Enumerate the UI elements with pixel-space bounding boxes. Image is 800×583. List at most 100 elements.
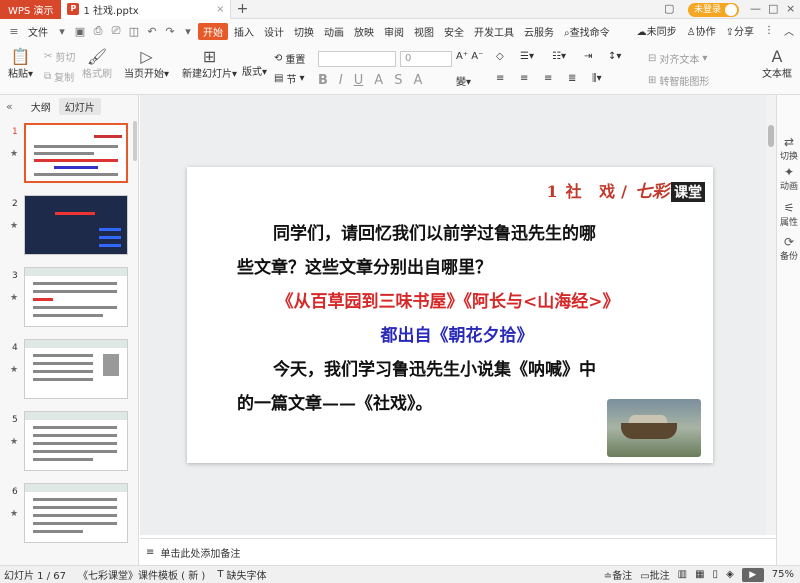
menu-design[interactable]: 设计	[260, 24, 288, 39]
font-family-input[interactable]	[318, 51, 396, 67]
share-button[interactable]: ⇪分享	[726, 23, 754, 38]
protect-icon[interactable]: ◈	[726, 569, 734, 580]
tab-slides[interactable]: 幻灯片	[58, 97, 101, 115]
copy-button[interactable]: ⧉ 复制	[44, 69, 74, 84]
slide-thumbnail-1[interactable]: 1 ★	[0, 123, 139, 187]
menu-home[interactable]: 开始	[198, 22, 228, 40]
notes-bar[interactable]: ≡ 单击此处添加备注	[140, 538, 776, 565]
cut-button[interactable]: ✂ 剪切	[44, 49, 75, 64]
boat-picture[interactable]	[607, 399, 701, 457]
redo-icon[interactable]: ↷	[162, 25, 178, 38]
new-slide-button[interactable]: ⊞ 新建幻灯片▾	[182, 47, 237, 80]
chevron-down-icon[interactable]: ▾	[54, 25, 70, 38]
tab-outline[interactable]: 大纲	[31, 99, 51, 114]
strikethrough-icon[interactable]: S	[394, 73, 402, 88]
more-options-icon[interactable]: ⋮	[764, 25, 774, 36]
menu-cloud[interactable]: 云服务	[520, 24, 558, 39]
columns-icon[interactable]: ⫼▾	[592, 73, 602, 84]
slide-thumbnail-5[interactable]: 5 ★	[0, 411, 139, 475]
align-center-icon[interactable]: ≡	[520, 73, 528, 84]
notes-icon: ≡	[146, 546, 155, 558]
menu-transition[interactable]: 切换	[290, 24, 318, 39]
zoom-level[interactable]: 75%	[772, 569, 794, 580]
play-button[interactable]: ▶	[741, 567, 764, 582]
login-button[interactable]: 未登录	[688, 3, 740, 17]
close-tab-icon[interactable]: ×	[216, 4, 224, 15]
slide-textbox[interactable]: 同学们，请回忆我们以前学过鲁迅先生的哪 些文章？这些文章分别出自哪里？ 《从百草…	[237, 217, 677, 421]
slide-thumbnail-4[interactable]: 4 ★	[0, 339, 139, 403]
bold-icon[interactable]: B	[318, 73, 328, 88]
hamburger-icon[interactable]: ≡	[6, 25, 22, 38]
textbox-button[interactable]: A 文本框	[762, 47, 792, 80]
animation-panel-button[interactable]: ✦ 动画	[777, 165, 800, 192]
save-icon[interactable]: ▣	[72, 25, 88, 38]
paste-button[interactable]: 📋 粘贴▾	[8, 47, 33, 80]
comments-toggle[interactable]: ▭批注	[640, 567, 669, 582]
align-text-button[interactable]: ⊟ 对齐文本 ▾	[648, 51, 707, 66]
backup-panel-button[interactable]: ⟳ 备份	[777, 235, 800, 262]
smartart-button[interactable]: ⊞ 转智能图形	[648, 73, 709, 88]
more-icon[interactable]: ▾	[180, 25, 196, 38]
layout-button[interactable]: 版式▾	[242, 63, 267, 78]
property-panel-button[interactable]: ⚟ 属性	[777, 201, 800, 228]
special-char-icon[interactable]: 變▾	[456, 73, 471, 88]
preview-icon[interactable]: ◫	[126, 25, 142, 38]
menu-security[interactable]: 安全	[440, 24, 468, 39]
shadow-icon[interactable]: A	[413, 73, 422, 88]
export-icon[interactable]: ⎙	[90, 24, 106, 38]
justify-icon[interactable]: ≣	[568, 73, 576, 84]
indent-icon[interactable]: ⇥	[584, 51, 592, 62]
align-left-icon[interactable]: ≡	[496, 73, 504, 84]
menu-animation[interactable]: 动画	[320, 24, 348, 39]
slide-thumbnail-3[interactable]: 3 ★	[0, 267, 139, 331]
slide-thumbnail-2[interactable]: 2 ★	[0, 195, 139, 259]
normal-view-icon[interactable]: ▥	[678, 569, 687, 580]
slide-thumbnail-6[interactable]: 6 ★	[0, 483, 139, 547]
menu-insert[interactable]: 插入	[230, 24, 258, 39]
sync-button[interactable]: ☁未同步	[637, 23, 677, 38]
template-name[interactable]: 《七彩课堂》课件模板 ( 新 )	[78, 567, 205, 582]
menu-developer[interactable]: 开发工具	[470, 24, 518, 39]
numbered-list-icon[interactable]: ☷▾	[552, 51, 566, 62]
collapse-ribbon-icon[interactable]: ︿	[784, 23, 794, 38]
thumb-preview	[24, 267, 128, 327]
current-slide[interactable]: 1 社 戏/ 七彩 课堂 同学们，请回忆我们以前学过鲁迅先生的哪 些文章？这些文…	[187, 167, 713, 463]
section-button[interactable]: ▤ 节 ▾	[274, 71, 304, 86]
line-spacing-icon[interactable]: ↕▾	[608, 51, 621, 62]
notes-toggle[interactable]: ≐备注	[604, 567, 632, 582]
reading-view-icon[interactable]: ▯	[713, 569, 719, 580]
switch-panel-button[interactable]: ⇄ 切换	[777, 135, 800, 162]
undo-icon[interactable]: ↶	[144, 25, 160, 38]
italic-icon[interactable]: I	[339, 73, 343, 88]
from-current-button[interactable]: ▷ 当页开始▾	[124, 47, 169, 80]
canvas-scrollbar[interactable]	[766, 95, 776, 535]
window-layout-icon[interactable]: ▢	[664, 2, 674, 15]
clear-format-icon[interactable]: ◇	[496, 51, 504, 62]
close-window-icon[interactable]: ×	[786, 2, 795, 15]
scissors-icon: ✂	[44, 51, 53, 62]
bullet-list-icon[interactable]: ☰▾	[520, 51, 534, 62]
increase-font-icon[interactable]: A⁺ A⁻	[456, 51, 483, 62]
sorter-view-icon[interactable]: ▦	[695, 569, 704, 580]
minimize-icon[interactable]: —	[750, 2, 761, 15]
underline-icon[interactable]: U	[354, 73, 364, 88]
menu-view[interactable]: 视图	[410, 24, 438, 39]
maximize-icon[interactable]: □	[768, 2, 778, 15]
scrollbar-thumb[interactable]	[768, 125, 774, 147]
missing-font-button[interactable]: T 缺失字体	[217, 567, 266, 582]
document-tab[interactable]: P 1 社戏.pptx ×	[61, 0, 232, 19]
menu-slideshow[interactable]: 放映	[350, 24, 378, 39]
format-painter-button[interactable]: 🖌 格式刷	[82, 47, 112, 80]
menu-review[interactable]: 审阅	[380, 24, 408, 39]
align-right-icon[interactable]: ≡	[544, 73, 552, 84]
search-command[interactable]: ⌕查找命令	[560, 24, 614, 39]
menu-file[interactable]: 文件	[24, 24, 52, 39]
font-size-input[interactable]: 0	[400, 51, 452, 67]
collab-button[interactable]: ♙协作	[687, 23, 716, 38]
print-icon[interactable]: ⎚	[108, 24, 124, 38]
font-color-icon[interactable]: A	[374, 73, 383, 88]
add-tab-button[interactable]: +	[231, 1, 253, 17]
app-tab[interactable]: WPS 演示	[0, 0, 62, 19]
collapse-panel-icon[interactable]: «	[6, 100, 13, 113]
reset-button[interactable]: ⟲ 重置	[274, 51, 305, 66]
